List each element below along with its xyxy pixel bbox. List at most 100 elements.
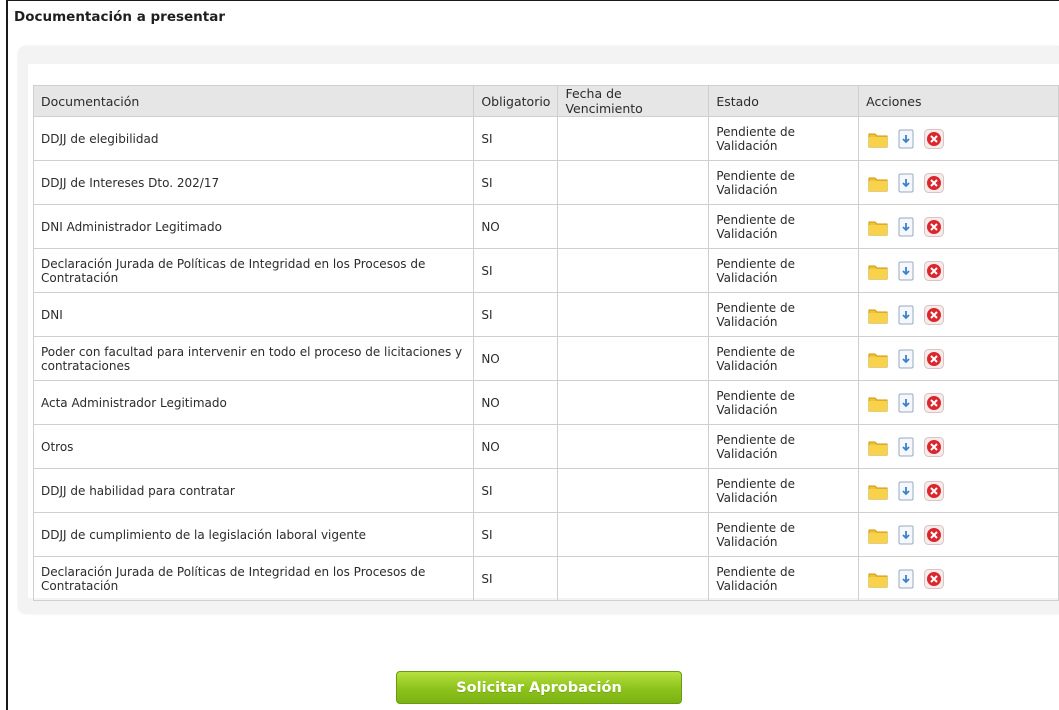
section-title: Documentación a presentar xyxy=(14,9,226,25)
cell-obligatorio: SI xyxy=(473,116,559,161)
delete-icon[interactable] xyxy=(923,216,945,238)
cell-acciones xyxy=(858,424,1059,469)
cell-vencimiento xyxy=(557,292,710,337)
folder-icon[interactable] xyxy=(867,392,889,414)
cell-documentacion: DNI Administrador Legitimado xyxy=(32,204,475,249)
cell-vencimiento xyxy=(557,556,710,601)
cell-vencimiento xyxy=(557,468,710,513)
folder-icon[interactable] xyxy=(867,128,889,150)
cell-obligatorio: SI xyxy=(473,292,559,337)
table-row: Declaración Jurada de Políticas de Integ… xyxy=(32,248,1059,293)
cell-obligatorio: SI xyxy=(473,248,559,293)
folder-icon[interactable] xyxy=(867,568,889,590)
cell-acciones xyxy=(858,160,1059,205)
table-row: DNI SI Pendiente de Validación xyxy=(32,292,1059,337)
download-icon[interactable] xyxy=(895,260,917,282)
folder-icon[interactable] xyxy=(867,480,889,502)
cell-documentacion: DDJJ de elegibilidad xyxy=(32,116,475,161)
cell-vencimiento xyxy=(557,336,710,381)
header-vencimiento: Fecha de Vencimiento xyxy=(557,85,710,117)
folder-icon[interactable] xyxy=(867,260,889,282)
cell-vencimiento xyxy=(557,248,710,293)
folder-icon[interactable] xyxy=(867,436,889,458)
cell-documentacion: DDJJ de Intereses Dto. 202/17 xyxy=(32,160,475,205)
header-documentacion: Documentación xyxy=(32,85,475,117)
cell-estado: Pendiente de Validación xyxy=(708,424,860,469)
cell-vencimiento xyxy=(557,380,710,425)
download-icon[interactable] xyxy=(895,436,917,458)
cell-obligatorio: SI xyxy=(473,556,559,601)
download-icon[interactable] xyxy=(895,480,917,502)
download-icon[interactable] xyxy=(895,348,917,370)
cell-estado: Pendiente de Validación xyxy=(708,292,860,337)
download-icon[interactable] xyxy=(895,524,917,546)
table-row: Declaración Jurada de Políticas de Integ… xyxy=(32,556,1059,601)
cell-documentacion: Otros xyxy=(32,424,475,469)
cell-obligatorio: SI xyxy=(473,468,559,513)
cell-obligatorio: SI xyxy=(473,512,559,557)
cell-estado: Pendiente de Validación xyxy=(708,380,860,425)
cell-acciones xyxy=(858,556,1059,601)
cell-estado: Pendiente de Validación xyxy=(708,556,860,601)
cell-acciones xyxy=(858,512,1059,557)
download-icon[interactable] xyxy=(895,172,917,194)
delete-icon[interactable] xyxy=(923,172,945,194)
download-icon[interactable] xyxy=(895,304,917,326)
table-row: DDJJ de cumplimiento de la legislación l… xyxy=(32,512,1059,557)
cell-obligatorio: NO xyxy=(473,336,559,381)
cell-documentacion: Declaración Jurada de Políticas de Integ… xyxy=(32,556,475,601)
folder-icon[interactable] xyxy=(867,304,889,326)
folder-icon[interactable] xyxy=(867,348,889,370)
table-row: Acta Administrador Legitimado NO Pendiente… xyxy=(32,380,1059,425)
download-icon[interactable] xyxy=(895,216,917,238)
download-icon[interactable] xyxy=(895,568,917,590)
delete-icon[interactable] xyxy=(923,436,945,458)
cell-estado: Pendiente de Validación xyxy=(708,204,860,249)
cell-estado: Pendiente de Validación xyxy=(708,160,860,205)
header-obligatorio: Obligatorio xyxy=(473,85,559,117)
delete-icon[interactable] xyxy=(923,568,945,590)
cell-obligatorio: SI xyxy=(473,160,559,205)
download-icon[interactable] xyxy=(895,392,917,414)
submit-wrapper: Solicitar Aprobación xyxy=(396,671,682,704)
cell-estado: Pendiente de Validación xyxy=(708,116,860,161)
cell-documentacion: Poder con facultad para intervenir en to… xyxy=(32,336,475,381)
delete-icon[interactable] xyxy=(923,524,945,546)
cell-estado: Pendiente de Validación xyxy=(708,512,860,557)
cell-obligatorio: NO xyxy=(473,424,559,469)
cell-estado: Pendiente de Validación xyxy=(708,336,860,381)
delete-icon[interactable] xyxy=(923,304,945,326)
header-acciones: Acciones xyxy=(858,85,1059,117)
folder-icon[interactable] xyxy=(867,172,889,194)
table-row: DDJJ de elegibilidad SI Pendiente de Valid… xyxy=(32,116,1059,161)
cell-acciones xyxy=(858,336,1059,381)
cell-estado: Pendiente de Validación xyxy=(708,248,860,293)
folder-icon[interactable] xyxy=(867,216,889,238)
cell-documentacion: DDJJ de habilidad para contratar xyxy=(32,468,475,513)
download-icon[interactable] xyxy=(895,128,917,150)
table-row: DNI Administrador Legitimado NO Pendiente … xyxy=(32,204,1059,249)
delete-icon[interactable] xyxy=(923,480,945,502)
table-row: Poder con facultad para intervenir en to… xyxy=(32,336,1059,381)
cell-acciones xyxy=(858,292,1059,337)
cell-acciones xyxy=(858,248,1059,293)
cell-acciones xyxy=(858,204,1059,249)
cell-documentacion: Declaración Jurada de Políticas de Integ… xyxy=(32,248,475,293)
delete-icon[interactable] xyxy=(923,348,945,370)
cell-documentacion: DNI xyxy=(32,292,475,337)
folder-icon[interactable] xyxy=(867,524,889,546)
table-row: DDJJ de habilidad para contratar SI Pendie… xyxy=(32,468,1059,513)
cell-vencimiento xyxy=(557,116,710,161)
cell-vencimiento xyxy=(557,424,710,469)
table-row: DDJJ de Intereses Dto. 202/17 SI Pendiente… xyxy=(32,160,1059,205)
delete-icon[interactable] xyxy=(923,128,945,150)
cell-acciones xyxy=(858,380,1059,425)
delete-icon[interactable] xyxy=(923,392,945,414)
delete-icon[interactable] xyxy=(923,260,945,282)
cell-obligatorio: NO xyxy=(473,204,559,249)
cell-vencimiento xyxy=(557,160,710,205)
header-estado: Estado xyxy=(708,85,860,117)
solicitar-aprobacion-button[interactable]: Solicitar Aprobación xyxy=(396,671,682,704)
documents-table: Documentación Obligatorio Fecha de Venci… xyxy=(32,85,1059,601)
cell-estado: Pendiente de Validación xyxy=(708,468,860,513)
